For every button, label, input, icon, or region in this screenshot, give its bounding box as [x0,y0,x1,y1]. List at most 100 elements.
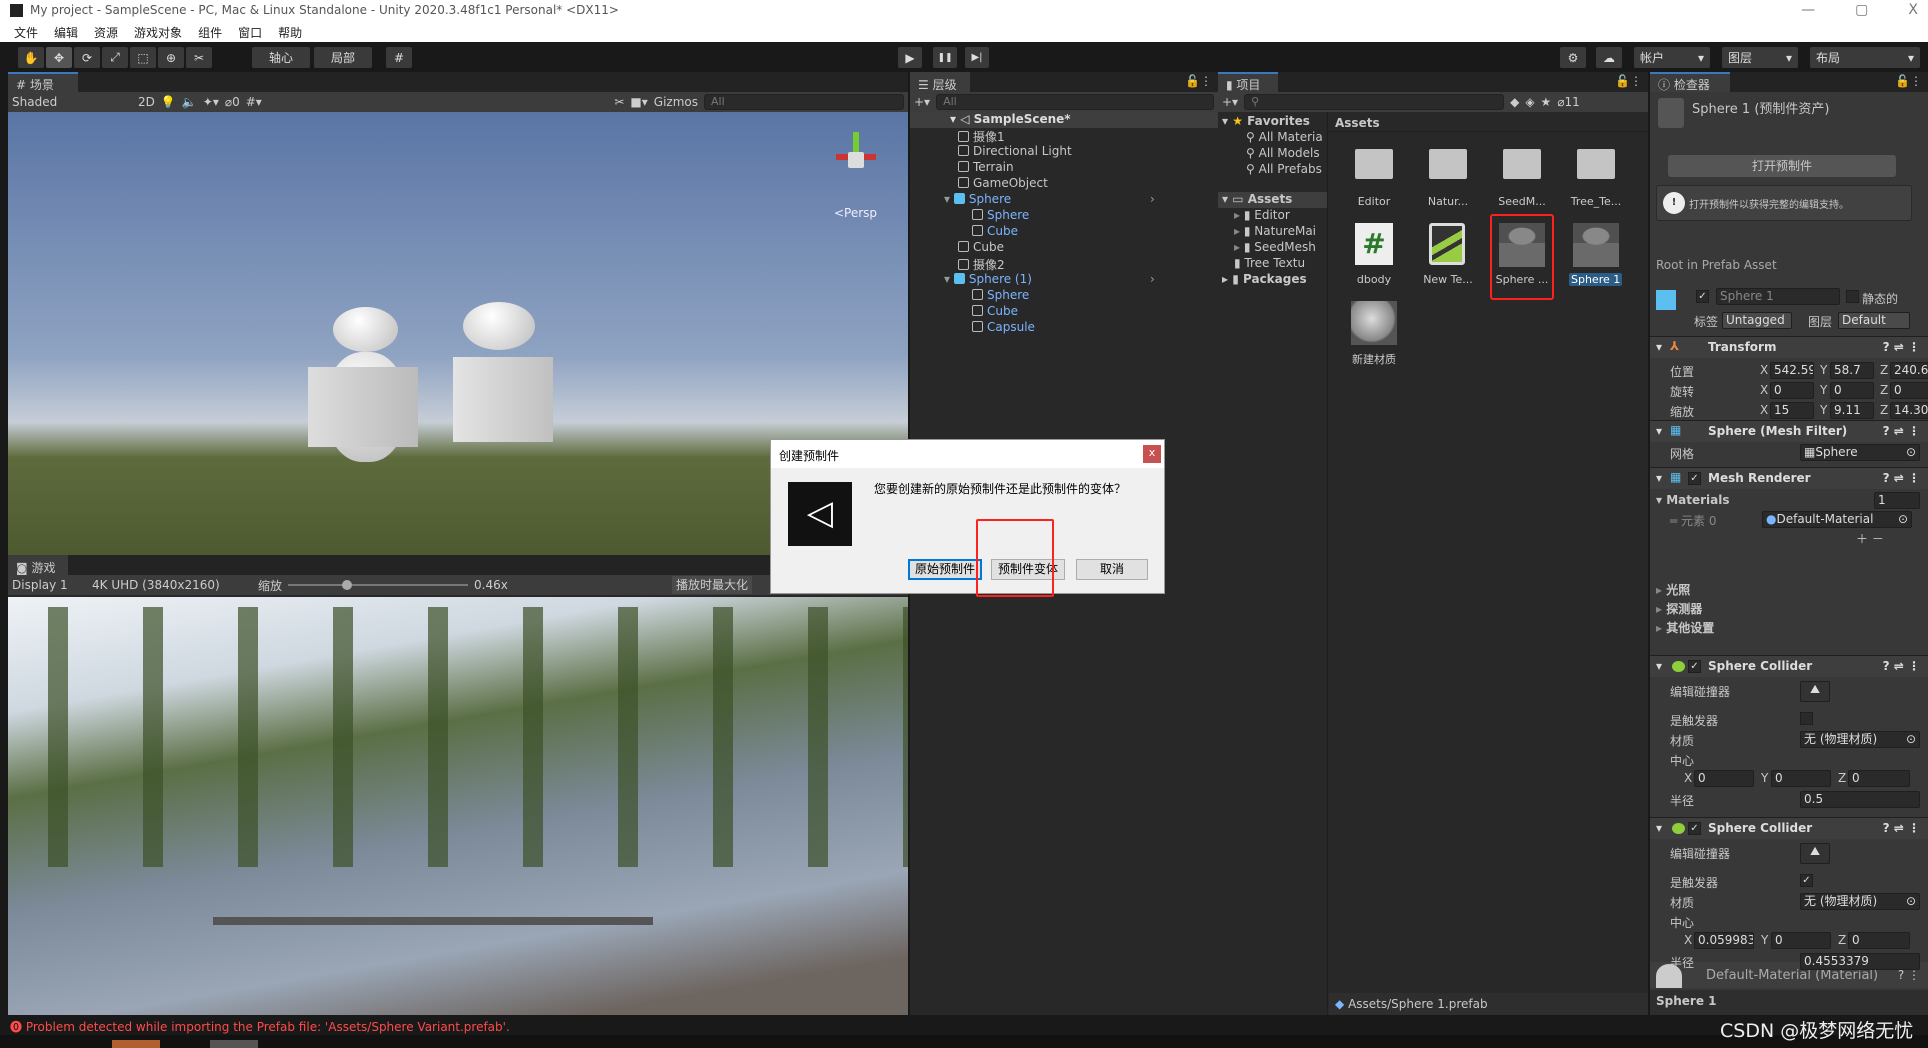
filter-label-icon[interactable]: ◈ [1525,95,1534,109]
sphere-collider-header[interactable]: ▾ ✓ Sphere Collider ? ⇌ ⋮ [1650,817,1928,839]
center-y-field[interactable]: 0 [1771,932,1831,949]
horizontal-scrollbar[interactable] [213,917,653,925]
open-prefab-button[interactable]: 打开预制件 [1668,155,1896,177]
hierarchy-item[interactable]: ▾ Sphere › [944,192,1155,208]
favorite-icon[interactable]: ★ [1541,95,1552,109]
transform-y-field[interactable]: 58.7 [1830,362,1874,379]
add-remove-buttons[interactable]: ＋ － [1856,530,1884,547]
asset-item[interactable]: Editor [1339,145,1409,217]
taskbar-app-icon[interactable] [210,1040,258,1048]
account-dropdown[interactable]: 帐户 ▾ [1634,47,1710,68]
hierarchy-item[interactable]: Sphere [972,208,1029,224]
pause-button[interactable]: ❚❚ [933,47,957,68]
menu-edit[interactable]: 编辑 [54,24,78,41]
tab-inspector[interactable]: ⓘ 检查器 [1650,72,1730,92]
section-foldout[interactable]: ▸ 光照 [1656,581,1690,598]
2d-toggle[interactable]: 2D [138,95,155,109]
center-z-field[interactable]: 0 [1848,770,1910,787]
asset-item[interactable]: Natur... [1413,145,1483,217]
collab-icon[interactable]: ⚙ [1560,47,1586,68]
enabled-checkbox[interactable]: ✓ [1688,822,1701,835]
tab-hierarchy[interactable]: ☰ 层级 [910,72,970,92]
gizmos-dropdown[interactable]: Gizmos [654,95,698,109]
tab-game[interactable]: ◙ 游戏 [8,555,68,575]
breadcrumb[interactable]: Assets [1329,112,1648,132]
asset-folder-item[interactable]: ▮ Tree Textu [1234,256,1305,272]
add-button[interactable]: +▾ [1222,95,1238,109]
static-checkbox[interactable] [1846,290,1859,303]
component-menu-icon[interactable]: ? ⇌ ⋮ [1883,340,1920,354]
hierarchy-item[interactable]: Sphere [972,288,1029,304]
slider-thumb[interactable] [342,580,353,590]
materials-size-field[interactable]: 1 [1874,492,1920,509]
edit-collider-button[interactable]: ⛰ [1800,843,1830,864]
section-foldout[interactable]: ▸ 探测器 [1656,600,1702,617]
transform-header[interactable]: ▾ ⅄ Transform ? ⇌ ⋮ [1650,336,1928,358]
menu-help[interactable]: 帮助 [278,24,302,41]
audio-icon[interactable]: 🔈 [182,95,197,109]
radius-field[interactable]: 0.4553379 [1800,953,1920,970]
center-x-field[interactable]: 0 [1694,770,1754,787]
object-picker-icon[interactable]: ⊙ [1898,512,1908,527]
hierarchy-search-input[interactable]: All [936,94,1214,110]
assets-folder[interactable]: ▾ ▭ Assets [1218,192,1327,208]
asset-item[interactable]: Sphere 1 [1561,223,1631,295]
transform-x-field[interactable]: 542.59 [1770,362,1814,379]
minimize-button[interactable]: — [1801,2,1815,18]
active-checkbox[interactable]: ✓ [1696,290,1709,303]
rect-tool-icon[interactable]: ⬚ [130,47,156,68]
enabled-checkbox[interactable]: ✓ [1688,472,1701,485]
persp-label[interactable]: <Persp [834,206,877,220]
component-menu-icon[interactable]: ? ⇌ ⋮ [1883,821,1920,835]
component-menu-icon[interactable]: ? ⇌ ⋮ [1883,659,1920,673]
sphere-object[interactable] [463,302,535,350]
hidden-objects-toggle[interactable]: ⌀0 [225,95,240,109]
dialog-close-button[interactable]: x [1143,445,1161,463]
sphere-object[interactable] [333,307,398,352]
original-prefab-button[interactable]: 原始预制件 [908,559,982,580]
step-button[interactable]: ▶| [965,47,989,68]
transform-tool-icon[interactable]: ⊕ [158,47,184,68]
object-picker-icon[interactable]: ⊙ [1906,732,1916,747]
lighting-icon[interactable]: 💡 [161,95,176,109]
menu-gameobject[interactable]: 游戏对象 [134,24,182,41]
custom-tool-icon[interactable]: ✂ [186,47,212,68]
favorite-item[interactable]: ⚲ All Prefabs [1246,162,1322,178]
scale-slider[interactable] [288,580,469,590]
tab-project[interactable]: ▮ 项目 [1218,72,1278,92]
lock-icon[interactable]: 🔓⋮ [1185,74,1212,88]
asset-item[interactable]: Tree_Te... [1561,145,1631,217]
play-button[interactable]: ▶ [898,47,922,68]
transform-x-field[interactable]: 15 [1770,402,1814,419]
display-dropdown[interactable]: Display 1 [12,578,86,592]
layout-dropdown[interactable]: 布局 ▾ [1810,47,1920,68]
hidden-packages-toggle[interactable]: ⌀11 [1557,95,1580,109]
tag-dropdown[interactable]: Untagged [1722,312,1792,329]
asset-item[interactable]: 新建材质 [1339,301,1409,373]
resolution-dropdown[interactable]: 4K UHD (3840x2160) [92,578,252,592]
enabled-checkbox[interactable]: ✓ [1688,660,1701,673]
mesh-filter-header[interactable]: ▾ ▦ Sphere (Mesh Filter) ? ⇌ ⋮ [1650,420,1928,442]
filter-type-icon[interactable]: ◆ [1510,95,1519,109]
asset-item[interactable]: # dbody [1339,223,1409,295]
hierarchy-item[interactable]: Terrain [958,160,1014,176]
favorite-item[interactable]: ⚲ All Models [1246,146,1320,162]
move-tool-icon[interactable]: ✥ [46,47,72,68]
asset-item[interactable]: SeedM... [1487,145,1557,217]
hierarchy-item[interactable]: GameObject [958,176,1048,192]
cube-object[interactable] [308,367,418,447]
transform-z-field[interactable]: 0 [1890,382,1928,399]
name-field[interactable]: Sphere 1 [1716,288,1840,305]
transform-z-field[interactable]: 14.306 [1890,402,1928,419]
cancel-button[interactable]: 取消 [1076,559,1148,580]
local-toggle[interactable]: 局部 [314,47,372,68]
hierarchy-item[interactable]: Directional Light [958,144,1072,160]
cloud-icon[interactable]: ☁ [1596,47,1622,68]
component-menu-icon[interactable]: ? ⋮ [1898,968,1920,982]
edit-collider-button[interactable]: ⛰ [1800,681,1830,702]
chevron-right-icon[interactable]: › [1150,192,1155,206]
menu-file[interactable]: 文件 [14,24,38,41]
chevron-right-icon[interactable]: › [1150,272,1155,286]
menu-window[interactable]: 窗口 [238,24,262,41]
cube-object[interactable] [453,357,553,442]
